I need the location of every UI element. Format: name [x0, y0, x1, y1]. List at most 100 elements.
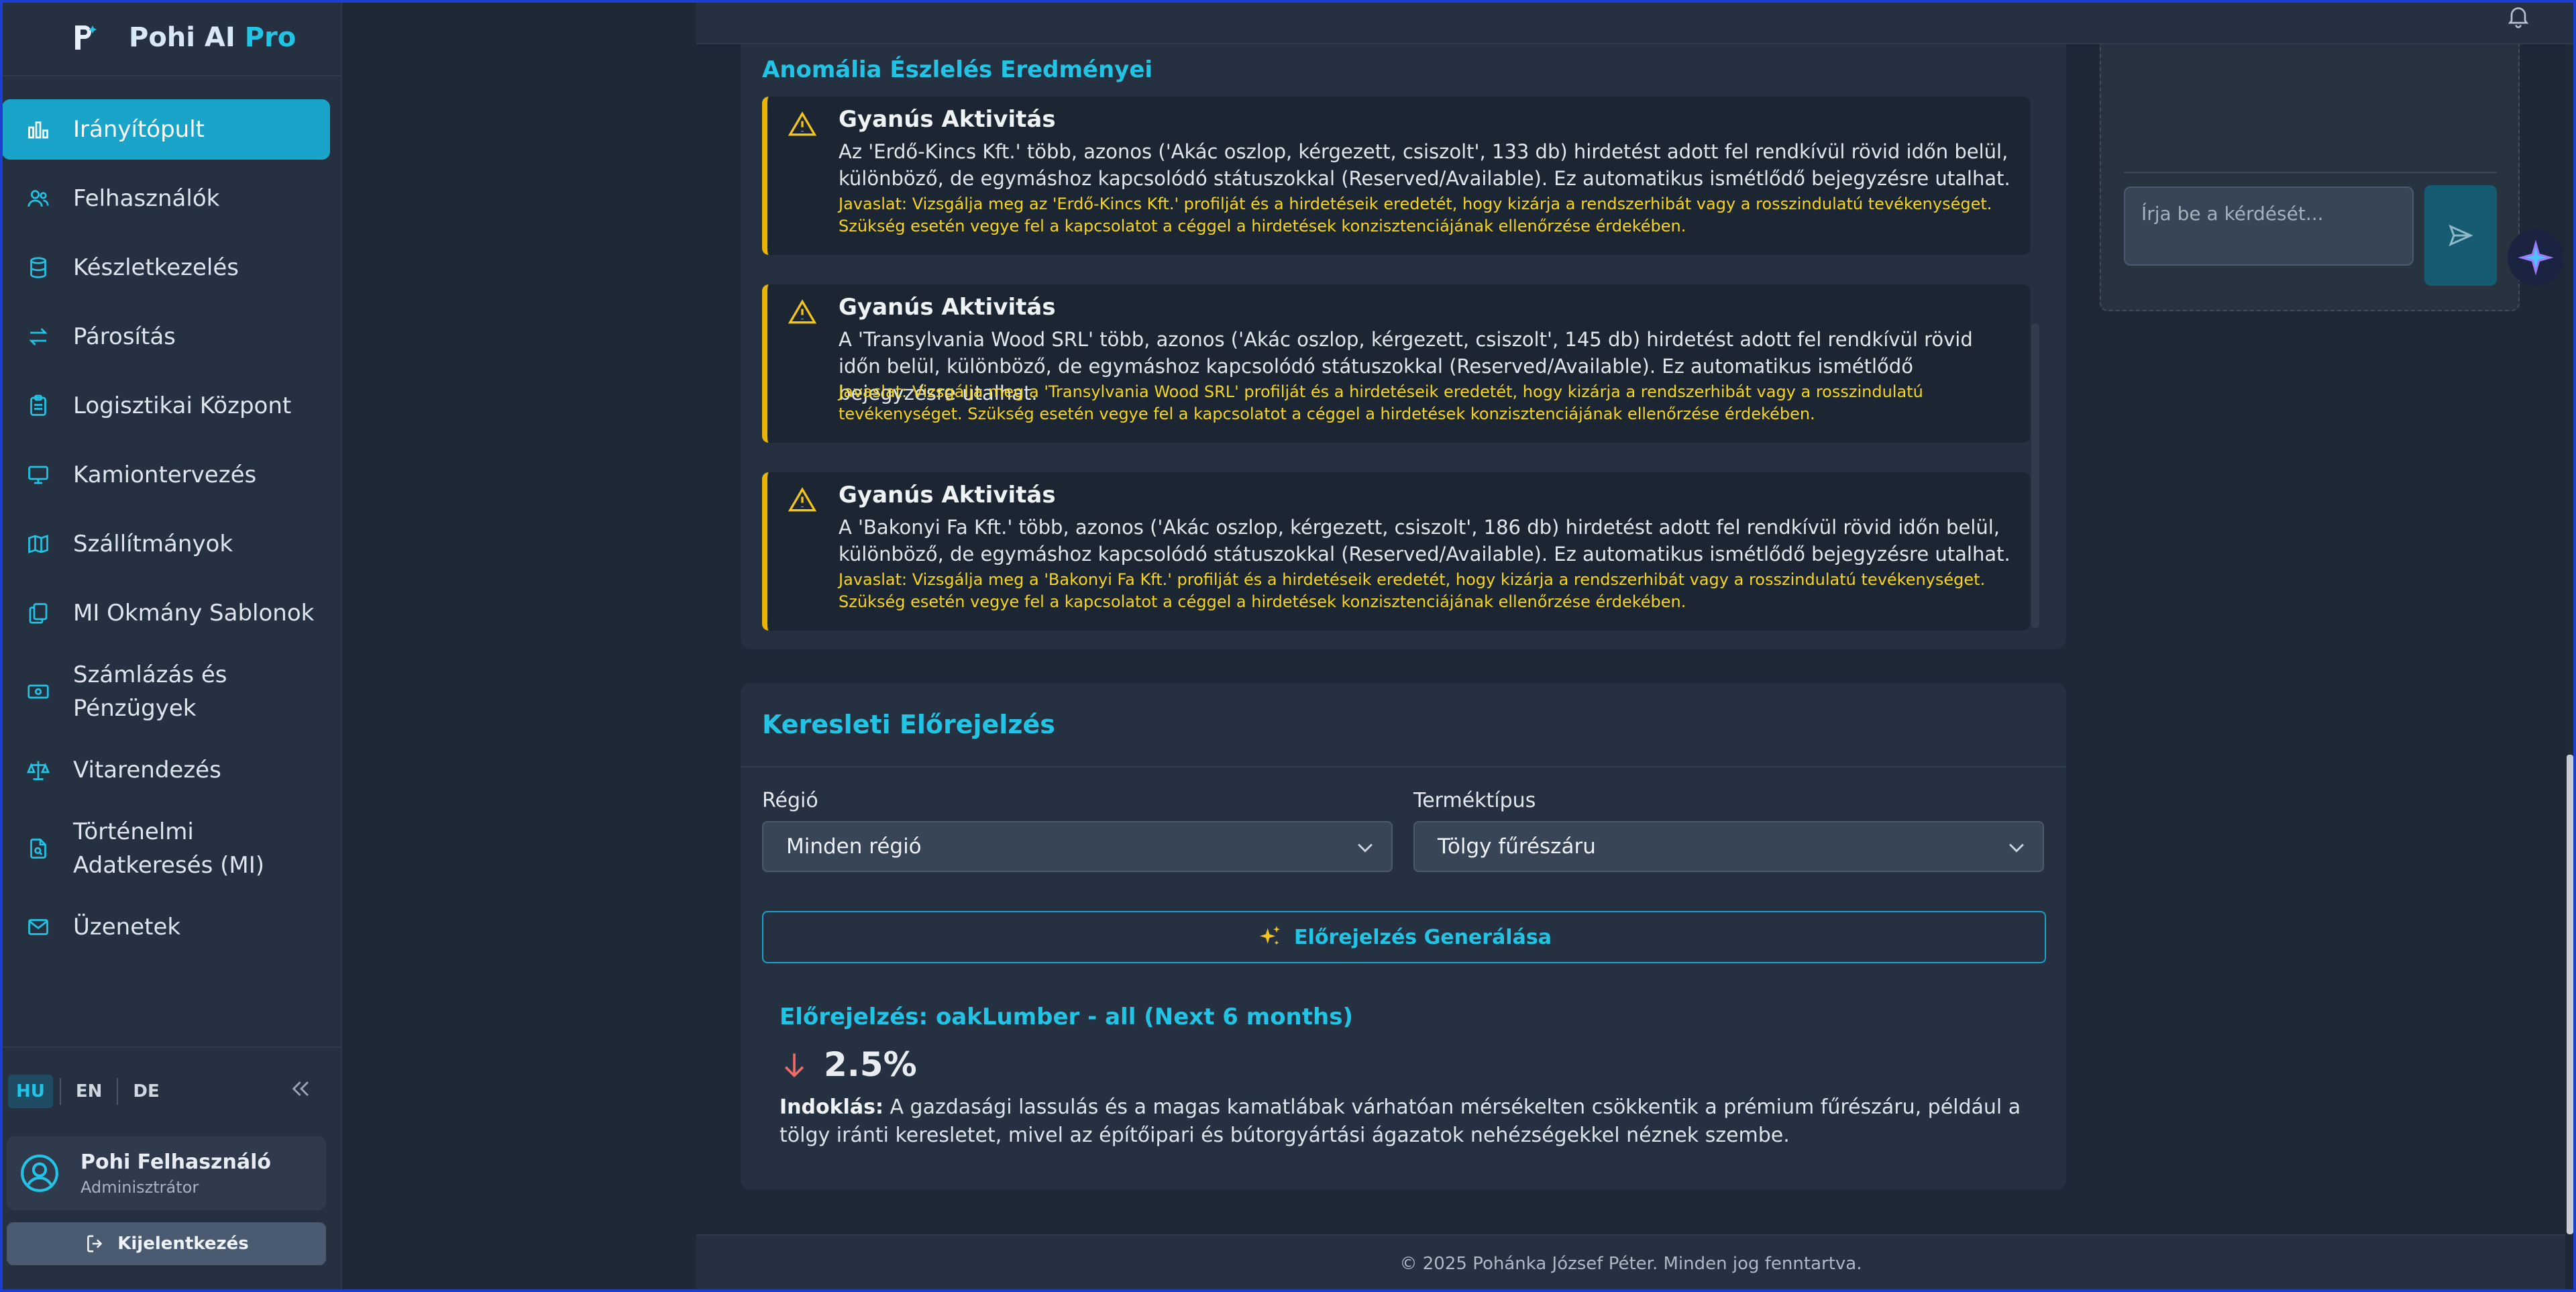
alert-body: A 'Bakonyi Fa Kft.' több, azonos ('Akác … [839, 516, 2010, 566]
alert-body: Az 'Erdő-Kincs Kft.' több, azonos ('Akác… [839, 140, 2010, 190]
forecast-title: Keresleti Előrejelzés [762, 710, 1055, 739]
database-icon [26, 256, 50, 280]
nav-label: Számlázás és Pénzügyek [73, 661, 227, 722]
nav-label: Irányítópult [73, 116, 205, 143]
anomaly-scrollbar[interactable] [2031, 323, 2039, 628]
page-scrollbar-thumb[interactable] [2567, 755, 2573, 1234]
anomaly-results-card: Anomália Észlelés Eredményei Gyanús Akti… [741, 44, 2066, 649]
nav-item-inventory[interactable]: Készletkezelés [2, 237, 330, 298]
send-icon [2449, 224, 2473, 247]
logout-label: Kijelentkezés [117, 1234, 249, 1254]
nav-item-users[interactable]: Felhasználók [2, 168, 330, 229]
nav-item-truck-planning[interactable]: Kamiontervezés [2, 445, 330, 505]
anomaly-alert: Gyanús Aktivitás A 'Transylvania Wood SR… [762, 284, 2030, 443]
nav-label: Üzenetek [73, 914, 181, 940]
nav-label: Párosítás [73, 323, 176, 350]
ai-chat-panel: Írja be a kérdését... [2100, 44, 2520, 311]
region-label: Régió [762, 789, 818, 812]
chat-divider [2124, 172, 2497, 173]
warning-icon [788, 487, 817, 512]
divider [741, 766, 2066, 767]
ai-assistant-button[interactable] [2508, 229, 2564, 286]
logout-button[interactable]: Kijelentkezés [7, 1222, 326, 1265]
forecast-value: 2.5% [824, 1045, 917, 1084]
anomaly-alert: Gyanús Aktivitás A 'Bakonyi Fa Kft.' töb… [762, 472, 2030, 631]
bar-chart-icon [26, 117, 50, 142]
generate-forecast-label: Előrejelzés Generálása [1294, 925, 1552, 949]
alert-heading: Gyanús Aktivitás [839, 106, 1056, 133]
nav-label: Logisztikai Központ [73, 392, 292, 419]
documents-icon [26, 601, 50, 625]
language-switcher: HU EN DE [8, 1075, 168, 1108]
user-role: Adminisztrátor [80, 1177, 199, 1197]
monitor-icon [26, 463, 50, 487]
logo-icon [75, 25, 97, 50]
lang-de[interactable]: DE [125, 1075, 167, 1108]
brand-name: Pohi AI Pro [129, 22, 297, 53]
alert-recommendation: Javaslat: Vizsgálja meg a 'Transylvania … [839, 382, 1923, 423]
alert-recommendation: Javaslat: Vizsgálja meg a 'Bakonyi Fa Kf… [839, 570, 1986, 611]
nav-item-messages[interactable]: Üzenetek [2, 897, 330, 957]
nav-label: Felhasználók [73, 185, 220, 212]
generate-forecast-button[interactable]: Előrejelzés Generálása [762, 911, 2046, 963]
scales-icon [26, 758, 50, 782]
copyright-text: © 2025 Pohánka József Péter. Minden jog … [1399, 1254, 1862, 1274]
nav-item-document-templates[interactable]: MI Okmány Sablonok [2, 583, 330, 643]
region-select[interactable]: Minden régió [762, 821, 1393, 872]
nav-label: Készletkezelés [73, 254, 239, 281]
logout-icon [87, 1235, 103, 1252]
lang-hu[interactable]: HU [8, 1075, 53, 1108]
sparkle-icon [2518, 239, 2554, 276]
nav-item-logistics[interactable]: Logisztikai Központ [2, 376, 330, 436]
nav-item-disputes[interactable]: Vitarendezés [2, 740, 330, 800]
bell-icon[interactable] [2505, 3, 2532, 30]
nav-item-dashboard[interactable]: Irányítópult [2, 99, 330, 160]
reason-label: Indoklás: [780, 1095, 883, 1119]
forecast-reasoning: Indoklás: A gazdasági lassulás és a maga… [780, 1093, 2041, 1150]
send-button[interactable] [2424, 185, 2497, 286]
region-value: Minden régió [786, 835, 922, 859]
alert-heading: Gyanús Aktivitás [839, 294, 1056, 321]
chevron-down-icon [2009, 843, 2024, 853]
product-type-label: Terméktípus [1413, 789, 1536, 812]
brand[interactable]: Pohi AI Pro [0, 0, 341, 76]
mail-icon [26, 915, 50, 939]
user-card[interactable]: Pohi Felhasználó Adminisztrátor [7, 1136, 326, 1210]
product-type-select[interactable]: Tölgy fűrészáru [1413, 821, 2044, 872]
nav-item-matching[interactable]: Párosítás [2, 307, 330, 367]
warning-icon [788, 299, 817, 324]
forecast-result: 2.5% [780, 1045, 917, 1084]
nav-label: MI Okmány Sablonok [73, 600, 315, 627]
alert-recommendation: Javaslat: Vizsgálja meg az 'Erdő-Kincs K… [839, 195, 1992, 235]
file-search-icon [26, 837, 50, 861]
avatar-icon [21, 1154, 58, 1192]
forecast-result-title: Előrejelzés: oakLumber - all (Next 6 mon… [780, 1004, 1353, 1030]
arrows-swap-icon [26, 325, 50, 349]
nav-item-history-search[interactable]: Történelmi Adatkeresés (MI) [2, 809, 330, 888]
warning-icon [788, 111, 817, 136]
nav-item-shipments[interactable]: Szállítmányok [2, 514, 330, 574]
reason-text: A gazdasági lassulás és a magas kamatláb… [780, 1095, 2021, 1147]
lang-separator [117, 1078, 119, 1105]
users-icon [26, 186, 50, 211]
lang-separator [59, 1078, 61, 1105]
sparkles-icon [1260, 926, 1281, 945]
footer: © 2025 Pohánka József Péter. Minden jog … [696, 1234, 2565, 1292]
arrow-down-icon [784, 1053, 804, 1078]
sidebar-footer: HU EN DE Pohi Felhasználó Adminisztrátor… [0, 1046, 342, 1292]
sidebar: Pohi AI Pro Irányítópult Felhasználók Ké… [0, 0, 342, 1292]
nav-item-billing[interactable]: Számlázás és Pénzügyek [2, 652, 330, 731]
collapse-sidebar-icon[interactable] [290, 1077, 313, 1100]
clipboard-icon [26, 394, 50, 418]
nav-label: Vitarendezés [73, 757, 221, 784]
top-bar [696, 0, 2576, 44]
anomaly-title: Anomália Észlelés Eredményei [762, 56, 1153, 83]
chevron-down-icon [1358, 843, 1373, 853]
alert-heading: Gyanús Aktivitás [839, 482, 1056, 508]
lang-en[interactable]: EN [68, 1075, 111, 1108]
main-nav: Irányítópult Felhasználók Készletkezelés… [0, 76, 341, 957]
demand-forecast-card: Keresleti Előrejelzés Régió Minden régió… [741, 683, 2066, 1190]
product-type-value: Tölgy fűrészáru [1438, 835, 1596, 859]
chat-input[interactable]: Írja be a kérdését... [2124, 186, 2414, 266]
nav-label: Szállítmányok [73, 531, 233, 557]
